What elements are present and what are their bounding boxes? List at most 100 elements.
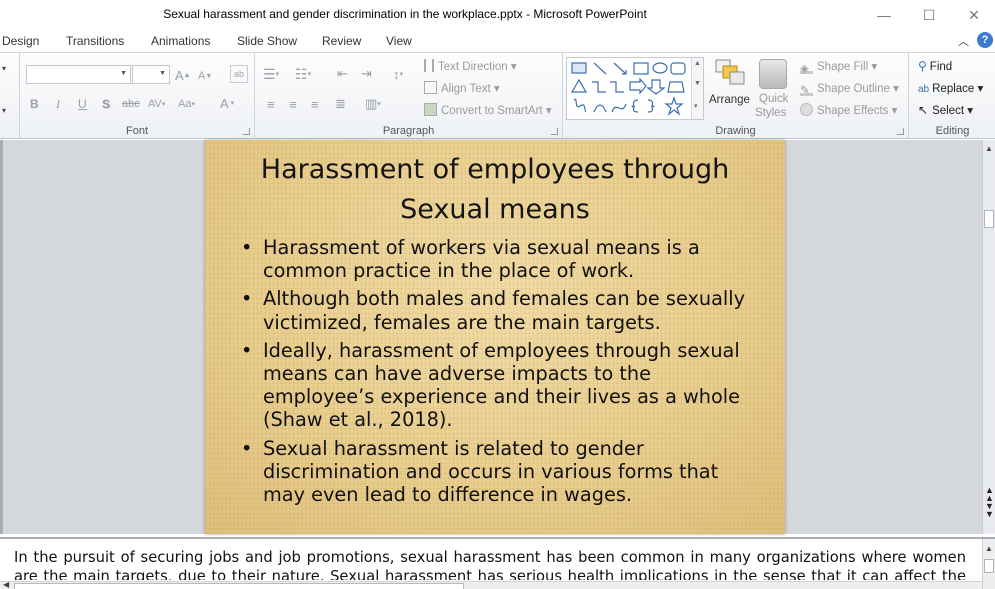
next-slide-icon[interactable]: ▼ ▼ bbox=[985, 502, 994, 519]
align-right-icon[interactable]: ≡ bbox=[311, 95, 319, 113]
spacing-label: AV bbox=[148, 98, 162, 110]
select-button[interactable]: ↖ Select ▾ bbox=[918, 103, 973, 117]
gallery-scroll[interactable]: ▲ ▼ ▾ bbox=[691, 58, 703, 119]
slide-title[interactable]: Harassment of employees through Sexual m… bbox=[245, 150, 745, 230]
notes-scroll-thumb[interactable] bbox=[984, 559, 994, 573]
shape-effects-icon bbox=[800, 103, 813, 116]
paint-bucket-icon: ◈ bbox=[800, 61, 813, 75]
font-size-combo[interactable]: ▼ bbox=[132, 65, 170, 84]
text-direction-icon bbox=[424, 59, 434, 72]
tab-transitions[interactable]: Transitions bbox=[66, 34, 124, 48]
font-group: ▼ ▼ A ▲ A ▼ ab B I U S abc AV ▾ Aa ▾ A ▾ Fon… bbox=[20, 53, 255, 139]
tab-animations[interactable]: Animations bbox=[151, 34, 210, 48]
italic-button[interactable]: I bbox=[56, 95, 60, 113]
paragraph-dialog-launcher-icon[interactable] bbox=[551, 128, 558, 135]
horizontal-scrollbar[interactable]: ◀ bbox=[0, 580, 982, 589]
chevron-up-icon[interactable]: ▲ bbox=[694, 60, 701, 67]
underline-button[interactable]: U bbox=[78, 95, 87, 113]
tab-slide-show[interactable]: Slide Show bbox=[237, 34, 297, 48]
justify-icon[interactable]: ≣ bbox=[335, 95, 346, 113]
scroll-up-icon[interactable]: ▲ bbox=[985, 544, 993, 553]
maximize-button[interactable]: ☐ bbox=[906, 0, 952, 30]
tab-design[interactable]: Design bbox=[2, 34, 39, 48]
bullet-item: Harassment of workers via sexual means i… bbox=[241, 236, 761, 282]
align-text-label: Align Text bbox=[441, 83, 491, 95]
find-button[interactable]: ⚲ Find bbox=[918, 59, 952, 73]
shape-effects-label: Shape Effects bbox=[817, 105, 889, 117]
editing-group: ⚲ Find ab Replace ▾ ↖ Select ▾ Editing bbox=[910, 53, 995, 139]
slide-bullet-list[interactable]: Harassment of workers via sexual means i… bbox=[241, 236, 761, 511]
help-icon[interactable]: ? bbox=[977, 32, 993, 48]
replace-button[interactable]: ab Replace ▾ bbox=[918, 81, 983, 95]
binoculars-icon: ⚲ bbox=[918, 59, 927, 73]
quick-styles-button[interactable]: Quick Styles bbox=[755, 57, 795, 121]
horizontal-scroll-thumb[interactable] bbox=[14, 583, 464, 589]
clear-formatting-icon[interactable]: ab bbox=[230, 65, 248, 83]
text-direction-label: Text Direction bbox=[438, 61, 508, 73]
text-direction-button[interactable]: Text Direction ▾ bbox=[424, 59, 517, 73]
font-color-label: A bbox=[220, 95, 229, 111]
slide-canvas[interactable]: Harassment of employees through Sexual m… bbox=[205, 140, 785, 534]
notes-vertical-scrollbar[interactable]: ▲ bbox=[982, 539, 995, 589]
chevron-down-icon[interactable]: ▼ bbox=[694, 80, 701, 87]
increase-indent-icon[interactable]: ⇥ bbox=[361, 65, 372, 83]
replace-icon: ab bbox=[918, 84, 930, 95]
numbering-icon[interactable]: ☷ ▾ bbox=[295, 65, 311, 83]
bold-button[interactable]: B bbox=[30, 95, 39, 113]
slide-title-line-1: Harassment of employees through bbox=[260, 154, 730, 185]
align-center-icon[interactable]: ≡ bbox=[289, 95, 297, 113]
shrink-font-label: A bbox=[198, 70, 206, 82]
chevron-down-icon[interactable]: ▾ bbox=[2, 59, 6, 77]
previous-slide-icon[interactable]: ▲ ▲ bbox=[985, 486, 994, 503]
font-color-button[interactable]: A ▾ bbox=[220, 94, 234, 112]
replace-label: Replace bbox=[932, 83, 975, 95]
decrease-indent-icon[interactable]: ⇤ bbox=[337, 65, 348, 83]
columns-icon[interactable]: ▥ ▾ bbox=[365, 95, 381, 113]
chevron-down-icon: ▼ bbox=[120, 70, 127, 77]
shapes-gallery[interactable]: ▲ ▼ ▾ bbox=[566, 57, 704, 120]
shadow-button[interactable]: S bbox=[102, 95, 110, 113]
convert-smartart-label: Convert to SmartArt bbox=[441, 105, 543, 117]
font-dialog-launcher-icon[interactable] bbox=[243, 128, 250, 135]
gallery-more-icon[interactable]: ▾ bbox=[694, 102, 698, 110]
scroll-thumb[interactable] bbox=[984, 210, 994, 228]
shape-outline-button[interactable]: ✎ Shape Outline ▾ bbox=[800, 81, 899, 97]
tab-view[interactable]: View bbox=[386, 34, 412, 48]
align-text-button[interactable]: Align Text ▾ bbox=[424, 81, 500, 95]
bullets-icon[interactable]: ☰ ▾ bbox=[263, 65, 279, 83]
shape-fill-label: Shape Fill bbox=[817, 61, 869, 73]
minimize-button[interactable]: — bbox=[861, 0, 907, 30]
grow-font-button[interactable]: A ▲ bbox=[175, 66, 191, 84]
close-button[interactable]: ✕ bbox=[951, 0, 995, 30]
bullet-item: Although both males and females can be s… bbox=[241, 287, 761, 333]
window-title: Sexual harassment and gender discriminat… bbox=[163, 7, 647, 21]
shrink-font-button[interactable]: A ▼ bbox=[198, 67, 212, 85]
tab-review[interactable]: Review bbox=[322, 34, 361, 48]
scroll-up-icon[interactable]: ▲ bbox=[985, 144, 993, 153]
change-case-button[interactable]: Aa ▾ bbox=[178, 95, 195, 113]
shape-effects-button[interactable]: Shape Effects ▾ bbox=[800, 103, 897, 117]
slide-vertical-scrollbar[interactable]: ▲ ▲ ▲ ▼ ▼ bbox=[982, 140, 995, 534]
bullet-item: Ideally, harassment of employees through… bbox=[241, 339, 761, 432]
convert-smartart-button[interactable]: Convert to SmartArt ▾ bbox=[424, 103, 552, 117]
scroll-left-icon[interactable]: ◀ bbox=[3, 580, 9, 589]
shape-fill-button[interactable]: ◈ Shape Fill ▾ bbox=[800, 59, 877, 75]
chevron-down-icon: ▼ bbox=[159, 70, 166, 77]
notes-pane[interactable]: In the pursuit of securing jobs and job … bbox=[0, 537, 995, 589]
quick-styles-icon bbox=[759, 59, 787, 89]
line-spacing-icon[interactable]: ↕ ▾ bbox=[393, 65, 403, 83]
character-spacing-button[interactable]: AV ▾ bbox=[148, 95, 165, 113]
align-text-icon bbox=[424, 81, 437, 94]
align-left-icon[interactable]: ≡ bbox=[267, 95, 275, 113]
title-bar: Sexual harassment and gender discriminat… bbox=[0, 0, 995, 30]
drawing-dialog-launcher-icon[interactable] bbox=[897, 128, 904, 135]
collapse-ribbon-icon[interactable]: ︿ bbox=[958, 33, 969, 49]
notes-text[interactable]: In the pursuit of securing jobs and job … bbox=[14, 548, 966, 580]
shape-outline-label: Shape Outline bbox=[817, 83, 890, 95]
font-name-combo[interactable]: ▼ bbox=[26, 65, 131, 84]
chevron-down-icon[interactable]: ▾ bbox=[2, 101, 6, 119]
find-label: Find bbox=[929, 61, 953, 73]
arrange-button[interactable]: Arrange bbox=[709, 57, 750, 117]
clipboard-group: ▾ ▾ bbox=[0, 53, 20, 139]
strikethrough-button[interactable]: abc bbox=[122, 95, 140, 113]
